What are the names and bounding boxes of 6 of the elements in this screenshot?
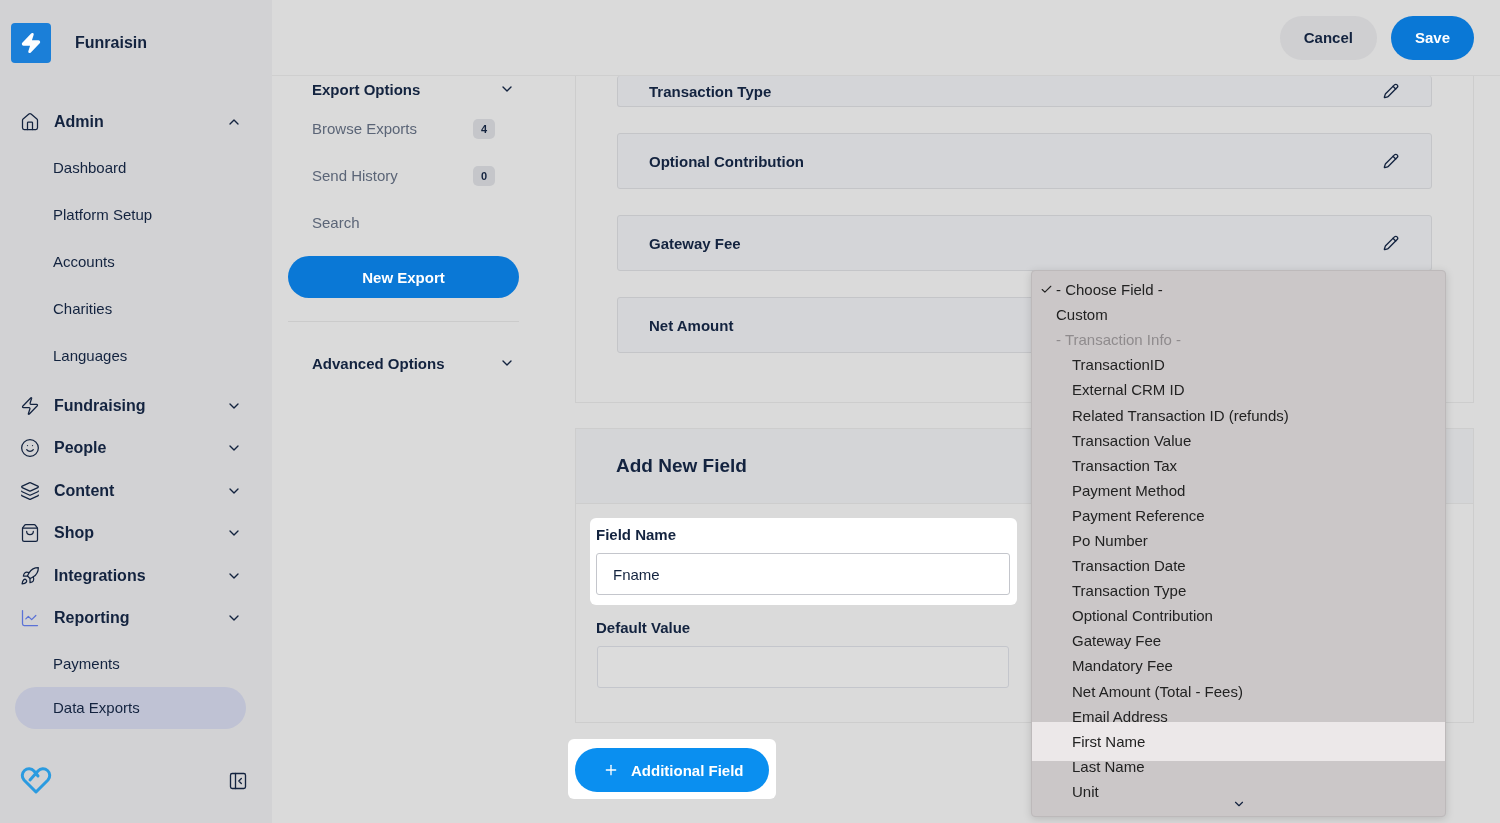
count-badge: 4 xyxy=(472,118,495,139)
count-badge: 0 xyxy=(472,165,495,186)
option-group-label: - Transaction Info - xyxy=(1055,330,1183,351)
field-label: Default Value xyxy=(596,619,692,636)
brand-name: Funraisin xyxy=(75,34,147,52)
field-label: Field Name xyxy=(596,526,678,543)
